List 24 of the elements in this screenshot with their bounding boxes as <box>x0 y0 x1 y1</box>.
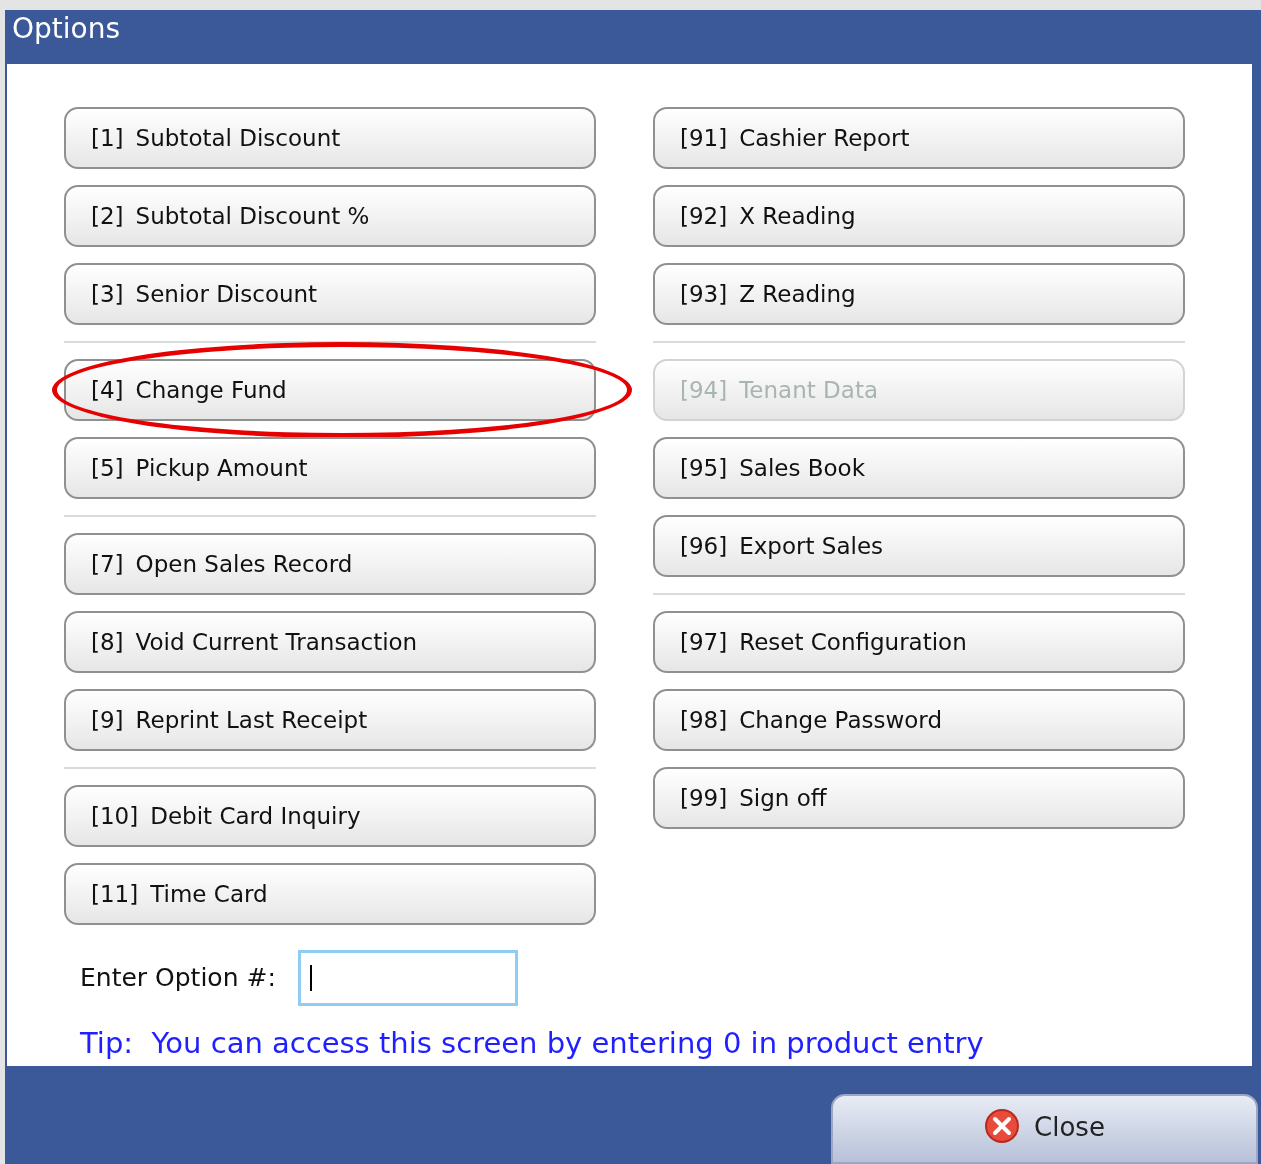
option-button[interactable]: [8] Void Current Transaction <box>64 611 596 674</box>
option-button[interactable]: [4] Change Fund <box>64 359 596 422</box>
option-button[interactable]: [1] Subtotal Discount <box>64 107 596 170</box>
option-button[interactable]: [2] Subtotal Discount % <box>64 185 596 248</box>
option-button[interactable]: [11] Time Card <box>64 863 596 926</box>
option-button[interactable]: [97] Reset Configuration <box>653 611 1185 674</box>
option-label: Enter Option #: <box>80 962 276 995</box>
option-button[interactable]: [9] Reprint Last Receipt <box>64 689 596 752</box>
option-button[interactable]: [96] Export Sales <box>653 515 1185 578</box>
close-button[interactable]: Close <box>831 1094 1258 1164</box>
option-button[interactable]: [98] Change Password <box>653 689 1185 752</box>
option-button[interactable]: [5] Pickup Amount <box>64 437 596 500</box>
window-title: Options <box>12 11 121 47</box>
option-button[interactable]: [95] Sales Book <box>653 437 1185 500</box>
option-button[interactable]: [3] Senior Discount <box>64 263 596 326</box>
option-button[interactable]: [91] Cashier Report <box>653 107 1185 170</box>
option-button[interactable]: [7] Open Sales Record <box>64 533 596 596</box>
option-button[interactable]: [92] X Reading <box>653 185 1185 248</box>
option-input-field[interactable] <box>297 950 518 1007</box>
option-button[interactable]: [93] Z Reading <box>653 263 1185 326</box>
close-icon <box>984 1108 1021 1144</box>
option-button[interactable]: [10] Debit Card Inquiry <box>64 785 596 848</box>
option-button[interactable]: [99] Sign off <box>653 767 1185 830</box>
tip-text: Tip: You can access this screen by entering 0 in product entry <box>80 1025 985 1063</box>
